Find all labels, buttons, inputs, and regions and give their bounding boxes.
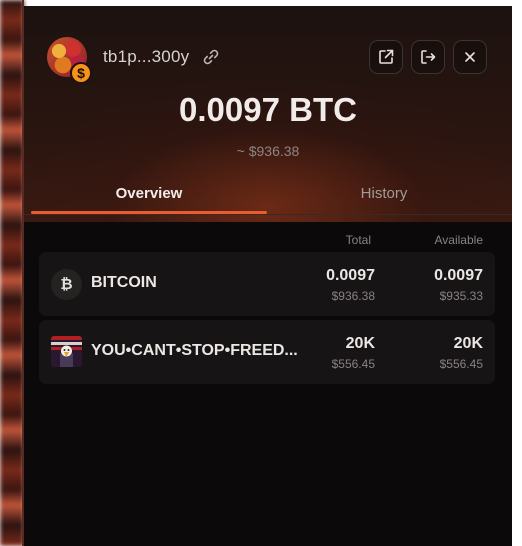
close-button[interactable]: [453, 40, 487, 74]
asset-name: BITCOIN: [91, 274, 157, 291]
wallet-panel: $ tb1p...300y 0.0097 BTC ~ $936.38 Overv…: [24, 6, 512, 546]
logout-icon: [421, 50, 436, 64]
external-link-icon: [379, 49, 394, 64]
asset-total: 20K: [345, 335, 375, 352]
logout-button[interactable]: [411, 40, 445, 74]
asset-available: 20K: [453, 335, 483, 352]
link-icon[interactable]: [201, 47, 221, 67]
asset-available-fiat: $556.45: [439, 357, 483, 371]
screen: $ tb1p...300y 0.0097 BTC ~ $936.38 Overv…: [0, 0, 522, 546]
asset-name: YOU•CANT•STOP•FREED...: [91, 342, 298, 359]
bitcoin-icon: ₿: [51, 269, 82, 300]
asset-total: 0.0097: [326, 267, 375, 284]
asset-available-fiat: $935.33: [439, 289, 483, 303]
column-header-available: Available: [434, 233, 483, 247]
wallet-address: tb1p...300y: [103, 47, 190, 66]
asset-total-fiat: $556.45: [331, 357, 375, 371]
tab-divider: [24, 214, 512, 215]
account-badge: $: [70, 62, 92, 84]
close-icon: [465, 52, 475, 62]
fiat-balance: ~ $936.38: [236, 143, 300, 159]
asset-available: 0.0097: [434, 267, 483, 284]
tab-overview[interactable]: Overview: [31, 185, 267, 202]
open-external-button[interactable]: [369, 40, 403, 74]
background-page: [0, 0, 24, 546]
asset-row-rune[interactable]: YOU•CANT•STOP•FREED... 20K $556.45 20K $…: [39, 320, 495, 384]
asset-total-fiat: $936.38: [331, 289, 375, 303]
rune-image-icon: [51, 336, 82, 367]
asset-row-bitcoin[interactable]: ₿ BITCOIN 0.0097 $936.38 0.0097 $935.33: [39, 252, 495, 316]
column-header-total: Total: [345, 233, 371, 247]
tab-history[interactable]: History: [268, 185, 500, 202]
btc-balance: 0.0097 BTC: [179, 91, 357, 128]
